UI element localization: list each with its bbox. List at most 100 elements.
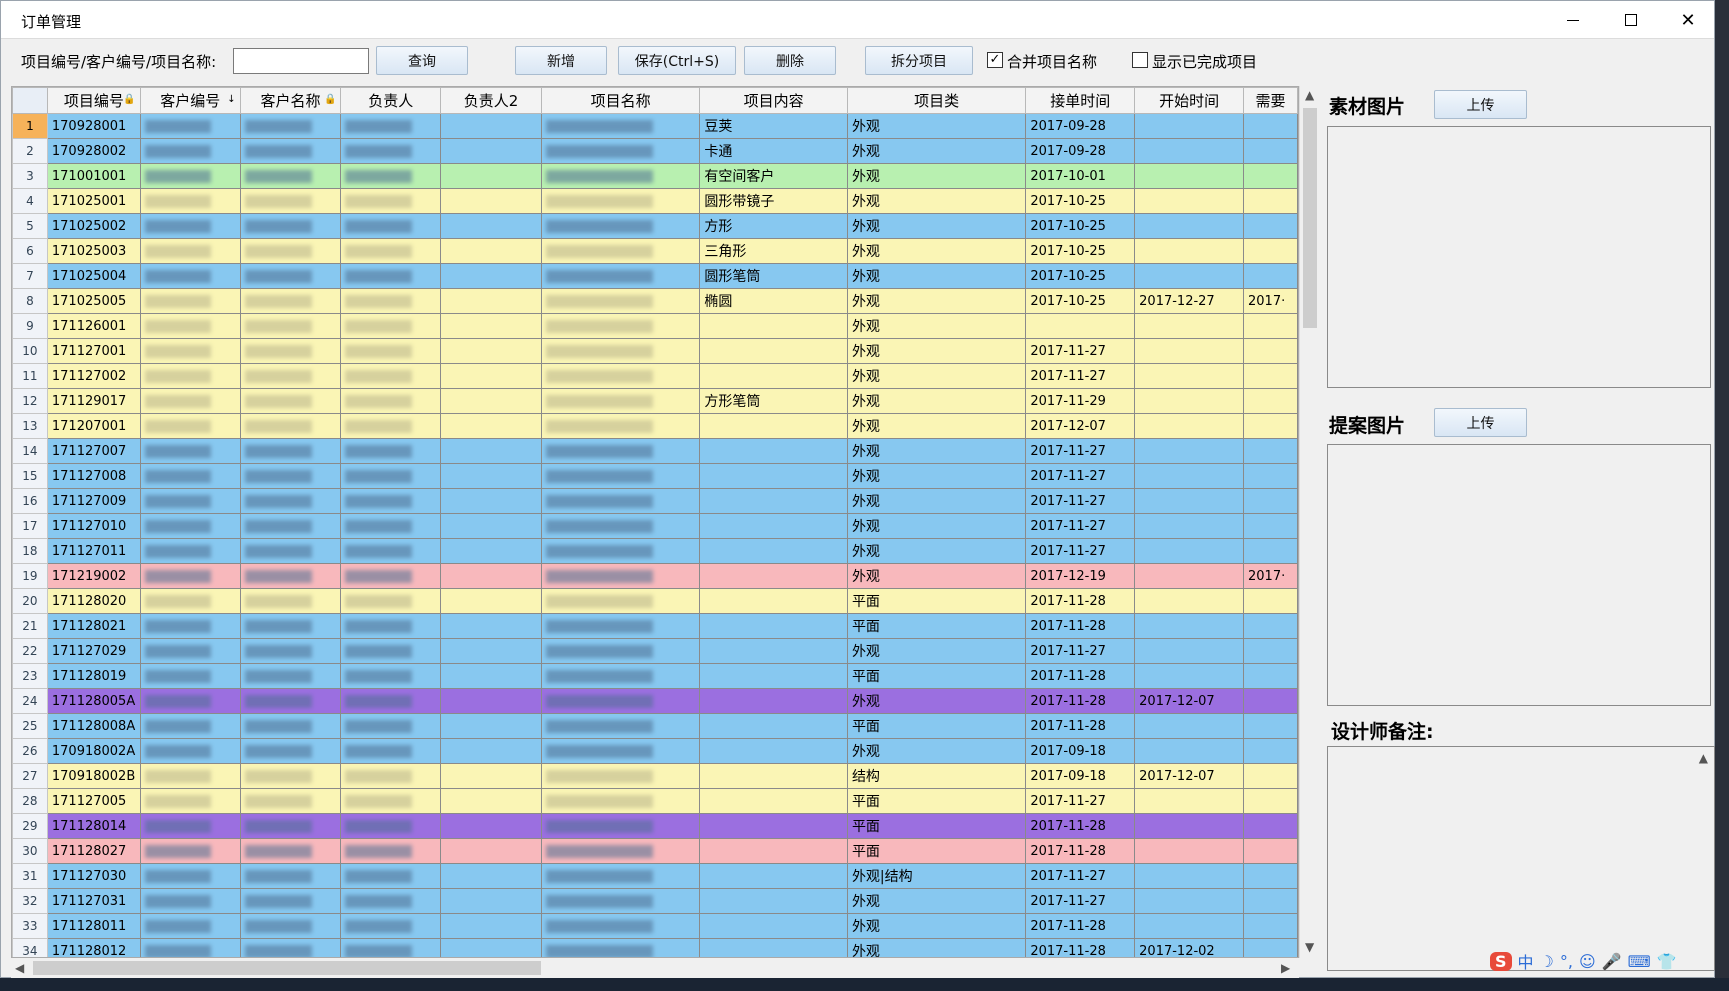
scroll-up-icon[interactable]: ▲ bbox=[1305, 88, 1314, 102]
project-id-cell[interactable]: 171025004 bbox=[46, 263, 141, 289]
owner-cell[interactable] bbox=[340, 113, 442, 139]
project-name-cell[interactable] bbox=[540, 488, 701, 514]
customer-name-cell[interactable] bbox=[239, 338, 342, 364]
need-date-cell[interactable] bbox=[1243, 688, 1298, 714]
owner-cell[interactable] bbox=[340, 313, 442, 339]
project-content-cell[interactable] bbox=[699, 588, 848, 614]
customer-id-cell[interactable] bbox=[139, 888, 241, 914]
project-type-cell[interactable]: 外观 bbox=[846, 188, 1027, 214]
table-row[interactable]: 15 171127008 外观 2017-11-27 bbox=[12, 463, 1298, 489]
column-header[interactable]: 客户编号 ↓ bbox=[139, 87, 241, 114]
received-date-cell[interactable]: 2017-09-28 bbox=[1025, 138, 1136, 164]
customer-id-cell[interactable] bbox=[139, 288, 241, 314]
received-date-cell[interactable]: 2017-11-27 bbox=[1025, 338, 1136, 364]
project-type-cell[interactable]: 外观 bbox=[846, 338, 1027, 364]
project-type-cell[interactable]: 外观 bbox=[846, 113, 1027, 139]
owner2-cell[interactable] bbox=[440, 288, 542, 314]
row-number[interactable]: 14 bbox=[12, 438, 48, 464]
owner-cell[interactable] bbox=[340, 463, 442, 489]
owner-cell[interactable] bbox=[340, 863, 442, 889]
project-content-cell[interactable] bbox=[699, 313, 848, 339]
received-date-cell[interactable]: 2017-11-27 bbox=[1025, 513, 1136, 539]
owner-cell[interactable] bbox=[340, 813, 442, 839]
row-number[interactable]: 22 bbox=[12, 638, 48, 664]
owner-cell[interactable] bbox=[340, 513, 442, 539]
project-type-cell[interactable]: 外观 bbox=[846, 738, 1027, 764]
owner-cell[interactable] bbox=[340, 413, 442, 439]
row-number[interactable]: 3 bbox=[12, 163, 48, 189]
owner2-cell[interactable] bbox=[440, 388, 542, 414]
column-header[interactable]: 项目类 bbox=[846, 87, 1027, 114]
project-id-cell[interactable]: 171126001 bbox=[46, 313, 141, 339]
project-name-cell[interactable] bbox=[540, 588, 701, 614]
column-header[interactable]: 需要 bbox=[1243, 87, 1298, 114]
project-id-cell[interactable]: 171219002 bbox=[46, 563, 141, 589]
column-header[interactable]: 项目编号 🔒 bbox=[46, 87, 141, 114]
customer-name-cell[interactable] bbox=[239, 513, 342, 539]
customer-name-cell[interactable] bbox=[239, 563, 342, 589]
customer-id-cell[interactable] bbox=[139, 113, 241, 139]
start-date-cell[interactable]: 2017-12-07 bbox=[1134, 688, 1244, 714]
row-number[interactable]: 24 bbox=[12, 688, 48, 714]
project-name-cell[interactable] bbox=[540, 913, 701, 939]
project-name-cell[interactable] bbox=[540, 338, 701, 364]
project-id-cell[interactable]: 171207001 bbox=[46, 413, 141, 439]
owner2-cell[interactable] bbox=[440, 788, 542, 814]
row-number[interactable]: 27 bbox=[12, 763, 48, 789]
merge-name-checkbox[interactable]: ✓ bbox=[987, 52, 1003, 68]
need-date-cell[interactable] bbox=[1243, 463, 1298, 489]
project-id-cell[interactable]: 171127008 bbox=[46, 463, 141, 489]
customer-id-cell[interactable] bbox=[139, 863, 241, 889]
order-grid[interactable]: 项目编号 🔒 客户编号 ↓ 客户名称 🔒 负责人 负责人2 项目名称 项目内容 项目类… bbox=[11, 86, 1299, 958]
customer-id-cell[interactable] bbox=[139, 638, 241, 664]
received-date-cell[interactable]: 2017-11-27 bbox=[1025, 888, 1136, 914]
project-content-cell[interactable] bbox=[699, 563, 848, 589]
sogou-logo-icon[interactable]: S bbox=[1490, 951, 1512, 971]
project-content-cell[interactable]: 圆形笔筒 bbox=[699, 263, 848, 289]
project-type-cell[interactable]: 外观 bbox=[846, 388, 1027, 414]
table-row[interactable]: 16 171127009 外观 2017-11-27 bbox=[12, 488, 1298, 514]
project-id-cell[interactable]: 171128019 bbox=[46, 663, 141, 689]
project-type-cell[interactable]: 外观 bbox=[846, 363, 1027, 389]
project-content-cell[interactable] bbox=[699, 863, 848, 889]
received-date-cell[interactable]: 2017-11-28 bbox=[1025, 613, 1136, 639]
received-date-cell[interactable]: 2017-11-28 bbox=[1025, 588, 1136, 614]
project-id-cell[interactable]: 170928002 bbox=[46, 138, 141, 164]
row-number[interactable]: 33 bbox=[12, 913, 48, 939]
start-date-cell[interactable] bbox=[1134, 813, 1244, 839]
minimize-button[interactable] bbox=[1544, 1, 1602, 39]
project-name-cell[interactable] bbox=[540, 638, 701, 664]
project-type-cell[interactable]: 外观 bbox=[846, 313, 1027, 339]
start-date-cell[interactable] bbox=[1134, 913, 1244, 939]
project-content-cell[interactable]: 圆形带镜子 bbox=[699, 188, 848, 214]
row-number[interactable]: 26 bbox=[12, 738, 48, 764]
row-number[interactable]: 29 bbox=[12, 813, 48, 839]
customer-name-cell[interactable] bbox=[239, 663, 342, 689]
project-type-cell[interactable]: 平面 bbox=[846, 788, 1027, 814]
customer-id-cell[interactable] bbox=[139, 213, 241, 239]
customer-name-cell[interactable] bbox=[239, 913, 342, 939]
customer-name-cell[interactable] bbox=[239, 688, 342, 714]
table-row[interactable]: 27 170918002B 结构 2017-09-18 2017-12-07 bbox=[12, 763, 1298, 789]
project-id-cell[interactable]: 171025005 bbox=[46, 288, 141, 314]
customer-name-cell[interactable] bbox=[239, 138, 342, 164]
project-name-cell[interactable] bbox=[540, 238, 701, 264]
project-content-cell[interactable] bbox=[699, 888, 848, 914]
need-date-cell[interactable] bbox=[1243, 188, 1298, 214]
owner-cell[interactable] bbox=[340, 913, 442, 939]
owner-cell[interactable] bbox=[340, 338, 442, 364]
received-date-cell[interactable]: 2017-11-27 bbox=[1025, 438, 1136, 464]
owner-cell[interactable] bbox=[340, 938, 442, 957]
table-row[interactable]: 21 171128021 平面 2017-11-28 bbox=[12, 613, 1298, 639]
need-date-cell[interactable] bbox=[1243, 763, 1298, 789]
project-type-cell[interactable]: 外观 bbox=[846, 163, 1027, 189]
table-row[interactable]: 10 171127001 外观 2017-11-27 bbox=[12, 338, 1298, 364]
project-type-cell[interactable]: 外观 bbox=[846, 513, 1027, 539]
owner-cell[interactable] bbox=[340, 438, 442, 464]
need-date-cell[interactable] bbox=[1243, 113, 1298, 139]
customer-name-cell[interactable] bbox=[239, 838, 342, 864]
owner2-cell[interactable] bbox=[440, 938, 542, 957]
customer-name-cell[interactable] bbox=[239, 738, 342, 764]
start-date-cell[interactable] bbox=[1134, 238, 1244, 264]
project-name-cell[interactable] bbox=[540, 788, 701, 814]
